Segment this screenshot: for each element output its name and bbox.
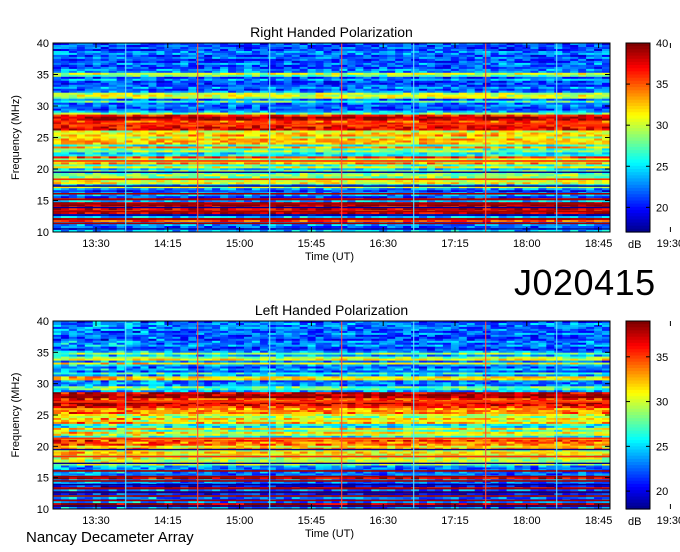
x-tick-label: 16:30 bbox=[369, 515, 397, 527]
y-tick-label: 10 bbox=[37, 504, 49, 516]
colorbar-tick-label: 40 bbox=[656, 38, 668, 50]
x-axis-label: Time (UT) bbox=[305, 528, 354, 540]
colorbar-segment bbox=[626, 418, 650, 422]
colorbar-segment bbox=[626, 342, 650, 347]
x-tick-label: 18:00 bbox=[513, 238, 541, 250]
y-tick-label: 30 bbox=[37, 101, 49, 113]
y-tick-label: 35 bbox=[37, 347, 49, 359]
x-tick-label: 18:45 bbox=[585, 238, 613, 250]
y-tick-label: 10 bbox=[37, 227, 49, 239]
chart-title: Right Handed Polarization bbox=[250, 24, 413, 40]
y-tick-label: 25 bbox=[37, 410, 49, 422]
colorbar-tick-label: 25 bbox=[656, 441, 668, 453]
x-tick-label: 15:00 bbox=[226, 238, 254, 250]
colorbar-segment bbox=[626, 493, 650, 497]
y-axis-label: Frequency (MHz) bbox=[10, 95, 22, 180]
colorbar-segment bbox=[626, 352, 650, 356]
y-axis-label: Frequency (MHz) bbox=[10, 373, 22, 458]
spectrogram-image bbox=[53, 43, 610, 232]
y-tick-label: 20 bbox=[37, 164, 49, 176]
colorbar-segment bbox=[626, 408, 650, 413]
y-tick-label: 40 bbox=[37, 38, 49, 50]
y-tick-label: 15 bbox=[37, 196, 49, 208]
colorbar-tick-label: 35 bbox=[656, 352, 668, 364]
y-tick-label: 15 bbox=[37, 473, 49, 485]
x-tick-label: 19:30 bbox=[657, 515, 680, 527]
x-tick-label: 13:30 bbox=[82, 238, 110, 250]
colorbar-segment bbox=[626, 455, 650, 460]
x-tick-label: 14:15 bbox=[154, 238, 182, 250]
x-tick-label: 15:45 bbox=[298, 515, 326, 527]
colorbar-tick-label: 20 bbox=[656, 486, 668, 498]
colorbar-segment bbox=[626, 474, 650, 479]
y-tick-label: 25 bbox=[37, 133, 49, 145]
colorbar-tick-label: 35 bbox=[656, 79, 668, 91]
colorbar-segment bbox=[626, 371, 650, 375]
x-tick-label: 18:45 bbox=[585, 515, 613, 527]
colorbar-unit: dB bbox=[628, 239, 641, 251]
colorbar-tick-label: 30 bbox=[656, 120, 668, 132]
colorbar-tick-label: 20 bbox=[656, 202, 668, 214]
colorbar-segment bbox=[626, 502, 650, 507]
x-axis-label: Time (UT) bbox=[305, 251, 354, 263]
colorbar-segment bbox=[626, 465, 650, 469]
x-tick-label: 14:15 bbox=[154, 515, 182, 527]
colorbar-segment bbox=[626, 483, 650, 488]
y-tick-label: 20 bbox=[37, 441, 49, 453]
colorbar-segment bbox=[626, 436, 650, 441]
colorbar-unit: dB bbox=[628, 516, 641, 528]
y-tick-label: 40 bbox=[37, 316, 49, 328]
colorbar-segment bbox=[626, 380, 650, 385]
y-tick-label: 35 bbox=[37, 70, 49, 82]
x-tick-label: 17:15 bbox=[441, 238, 469, 250]
y-tick-label: 30 bbox=[37, 379, 49, 391]
observation-id: J020415 bbox=[514, 262, 656, 303]
x-tick-label: 19:30 bbox=[657, 238, 680, 250]
colorbar-segment bbox=[626, 324, 650, 328]
colorbar-segment bbox=[626, 446, 650, 450]
x-tick-label: 15:45 bbox=[298, 238, 326, 250]
x-tick-label: 13:30 bbox=[82, 515, 110, 527]
colorbar-segment bbox=[626, 427, 650, 432]
x-tick-label: 18:00 bbox=[513, 515, 541, 527]
colorbar-segment bbox=[626, 361, 650, 366]
spectrogram-image bbox=[53, 321, 610, 509]
colorbar-tick-label: 25 bbox=[656, 161, 668, 173]
x-tick-label: 16:30 bbox=[369, 238, 397, 250]
chart-title: Left Handed Polarization bbox=[255, 302, 408, 318]
x-tick-label: 15:00 bbox=[226, 515, 254, 527]
instrument-caption: Nancay Decameter Array bbox=[26, 529, 194, 546]
colorbar-segment bbox=[626, 389, 650, 394]
colorbar-segment bbox=[626, 333, 650, 338]
colorbar-tick-label: 30 bbox=[656, 397, 668, 409]
x-tick-label: 17:15 bbox=[441, 515, 469, 527]
